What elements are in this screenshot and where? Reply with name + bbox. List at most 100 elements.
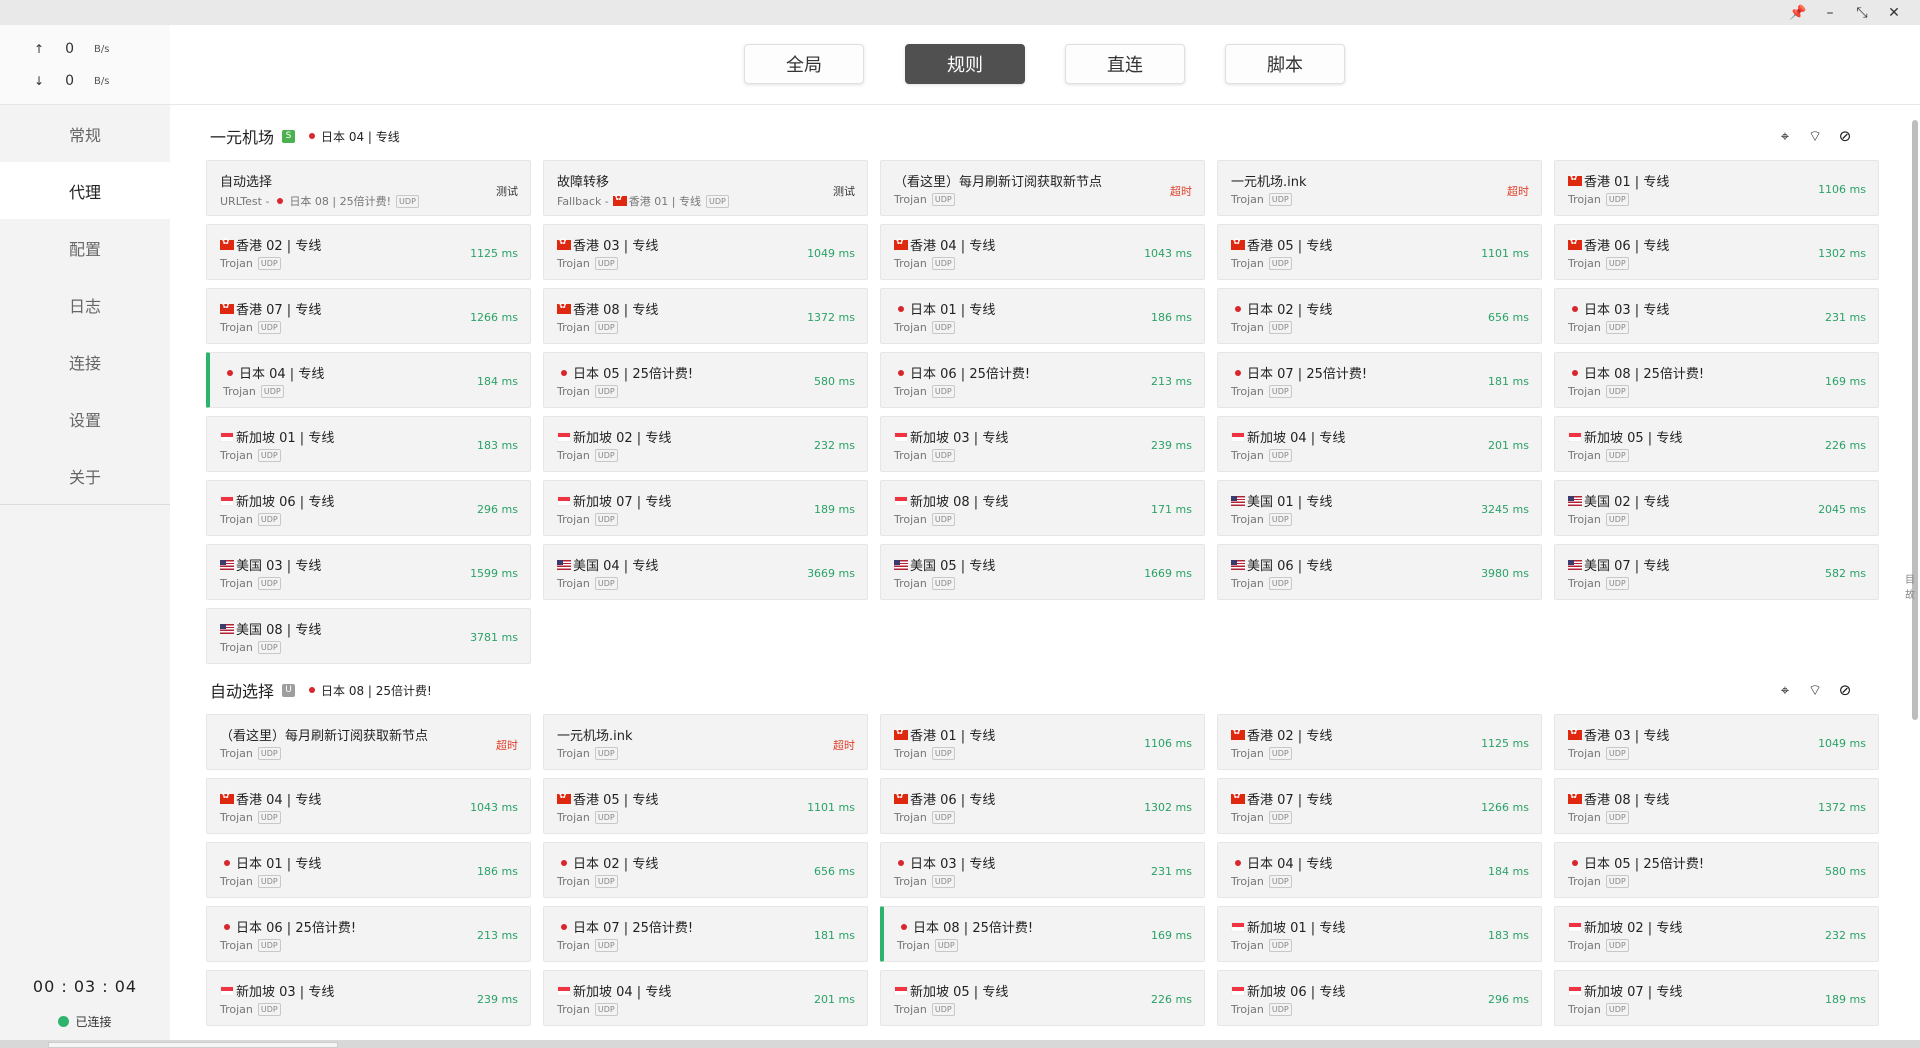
proxy-card[interactable]: （看这里）每月刷新订阅获取新节点 Trojan UDP 超时 [206,714,531,770]
proxy-delay[interactable]: 213 ms [477,929,518,942]
proxy-card[interactable]: 新加坡 01 | 专线 Trojan UDP 183 ms [1217,906,1542,962]
proxy-card[interactable]: 日本 02 | 专线 Trojan UDP 656 ms [543,842,868,898]
proxy-card[interactable]: 香港 02 | 专线 Trojan UDP 1125 ms [1217,714,1542,770]
proxy-delay[interactable]: 580 ms [1825,865,1866,878]
proxy-delay[interactable]: 超时 [496,737,518,753]
restore-icon[interactable]: ⤡ [1846,0,1878,25]
proxy-card[interactable]: 故障转移 Fallback - 香港 01 | 专线 UDP 测试 [543,160,868,216]
proxy-delay[interactable]: 239 ms [1151,439,1192,452]
proxy-card[interactable]: 日本 08 | 25倍计费! Trojan UDP 169 ms [880,906,1205,962]
proxy-delay[interactable]: 1106 ms [1144,737,1192,750]
proxy-delay[interactable]: 1266 ms [1481,801,1529,814]
proxy-delay[interactable]: 582 ms [1825,567,1866,580]
proxy-delay[interactable]: 169 ms [1825,375,1866,388]
proxy-delay[interactable]: 2045 ms [1818,503,1866,516]
proxy-card[interactable]: 香港 03 | 专线 Trojan UDP 1049 ms [543,224,868,280]
proxy-card[interactable]: 香港 05 | 专线 Trojan UDP 1101 ms [543,778,868,834]
proxy-card[interactable]: 日本 01 | 专线 Trojan UDP 186 ms [206,842,531,898]
proxy-delay[interactable]: 1599 ms [470,567,518,580]
scrollbar[interactable] [1912,120,1918,720]
proxy-delay[interactable]: 测试 [833,183,855,199]
proxy-card[interactable]: 新加坡 06 | 专线 Trojan UDP 296 ms [1217,970,1542,1026]
proxy-delay[interactable]: 1043 ms [470,801,518,814]
connection-status[interactable]: 已连接 [0,1013,170,1030]
sidebar-item-logs[interactable]: 日志 [0,276,170,333]
proxy-card[interactable]: 日本 07 | 25倍计费! Trojan UDP 181 ms [543,906,868,962]
proxy-card[interactable]: 香港 03 | 专线 Trojan UDP 1049 ms [1554,714,1879,770]
locate-icon[interactable]: ⌖ [1770,127,1800,145]
proxy-delay[interactable]: 1266 ms [470,311,518,324]
proxy-card[interactable]: 美国 08 | 专线 Trojan UDP 3781 ms [206,608,531,664]
proxy-card[interactable]: 自动选择 URLTest - 日本 08 | 25倍计费! UDP 测试 [206,160,531,216]
proxy-delay[interactable]: 232 ms [1825,929,1866,942]
proxy-delay[interactable]: 超时 [833,737,855,753]
proxy-delay[interactable]: 186 ms [477,865,518,878]
proxy-delay[interactable]: 测试 [496,183,518,199]
proxy-card[interactable]: 日本 04 | 专线 Trojan UDP 184 ms [1217,842,1542,898]
proxy-card[interactable]: 香港 05 | 专线 Trojan UDP 1101 ms [1217,224,1542,280]
proxy-delay[interactable]: 3980 ms [1481,567,1529,580]
proxy-card[interactable]: 香港 06 | 专线 Trojan UDP 1302 ms [1554,224,1879,280]
proxy-delay[interactable]: 232 ms [814,439,855,452]
proxy-delay[interactable]: 226 ms [1151,993,1192,1006]
proxy-card[interactable]: 日本 05 | 25倍计费! Trojan UDP 580 ms [543,352,868,408]
proxy-card[interactable]: 美国 07 | 专线 Trojan UDP 582 ms [1554,544,1879,600]
proxy-card[interactable]: 新加坡 04 | 专线 Trojan UDP 201 ms [543,970,868,1026]
proxy-card[interactable]: 新加坡 07 | 专线 Trojan UDP 189 ms [1554,970,1879,1026]
proxy-delay[interactable]: 231 ms [1825,311,1866,324]
proxy-delay[interactable]: 226 ms [1825,439,1866,452]
proxy-delay[interactable]: 183 ms [1488,929,1529,942]
sidebar-item-proxies[interactable]: 代理 [0,162,170,219]
group-header[interactable]: 一元机场 S 日本 04 | 专线 [210,125,400,147]
proxy-delay[interactable]: 1302 ms [1818,247,1866,260]
proxy-card[interactable]: 美国 06 | 专线 Trojan UDP 3980 ms [1217,544,1542,600]
proxy-delay[interactable]: 1125 ms [470,247,518,260]
proxy-card[interactable]: 日本 03 | 专线 Trojan UDP 231 ms [1554,288,1879,344]
proxy-card[interactable]: 新加坡 02 | 专线 Trojan UDP 232 ms [1554,906,1879,962]
proxy-card[interactable]: 美国 05 | 专线 Trojan UDP 1669 ms [880,544,1205,600]
proxy-card[interactable]: 新加坡 03 | 专线 Trojan UDP 239 ms [880,416,1205,472]
proxy-delay[interactable]: 1125 ms [1481,737,1529,750]
proxy-card[interactable]: 新加坡 05 | 专线 Trojan UDP 226 ms [880,970,1205,1026]
proxy-card[interactable]: 美国 03 | 专线 Trojan UDP 1599 ms [206,544,531,600]
proxy-card[interactable]: 香港 01 | 专线 Trojan UDP 1106 ms [1554,160,1879,216]
proxy-card[interactable]: 一元机场.ink Trojan UDP 超时 [543,714,868,770]
proxy-card[interactable]: 美国 02 | 专线 Trojan UDP 2045 ms [1554,480,1879,536]
proxy-card[interactable]: 日本 04 | 专线 Trojan UDP 184 ms [206,352,531,408]
sidebar-item-about[interactable]: 关于 [0,447,170,504]
proxy-card[interactable]: 日本 03 | 专线 Trojan UDP 231 ms [880,842,1205,898]
proxy-delay[interactable]: 1669 ms [1144,567,1192,580]
sidebar-item-general[interactable]: 常规 [0,105,170,162]
proxy-card[interactable]: 美国 01 | 专线 Trojan UDP 3245 ms [1217,480,1542,536]
proxy-card[interactable]: 新加坡 02 | 专线 Trojan UDP 232 ms [543,416,868,472]
proxy-delay[interactable]: 1101 ms [807,801,855,814]
locate-icon[interactable]: ⌖ [1770,681,1800,699]
group-header[interactable]: 自动选择 U 日本 08 | 25倍计费! [210,679,432,701]
close-icon[interactable]: ✕ [1878,0,1910,25]
proxy-delay[interactable]: 181 ms [814,929,855,942]
proxy-card[interactable]: 日本 02 | 专线 Trojan UDP 656 ms [1217,288,1542,344]
sidebar-item-connections[interactable]: 连接 [0,333,170,390]
proxy-card[interactable]: 新加坡 06 | 专线 Trojan UDP 296 ms [206,480,531,536]
proxy-delay[interactable]: 171 ms [1151,503,1192,516]
proxy-delay[interactable]: 1106 ms [1818,183,1866,196]
mode-script-button[interactable]: 脚本 [1225,44,1345,84]
hide-icon[interactable]: ⊘ [1830,127,1860,145]
proxy-delay[interactable]: 超时 [1170,183,1192,199]
proxy-card[interactable]: 新加坡 04 | 专线 Trojan UDP 201 ms [1217,416,1542,472]
proxy-delay[interactable]: 239 ms [477,993,518,1006]
latency-test-icon[interactable]: ⌔ [1800,681,1830,700]
proxy-delay[interactable]: 201 ms [814,993,855,1006]
proxy-delay[interactable]: 3781 ms [470,631,518,644]
proxy-card[interactable]: 一元机场.ink Trojan UDP 超时 [1217,160,1542,216]
proxy-card[interactable]: 香港 08 | 专线 Trojan UDP 1372 ms [543,288,868,344]
proxy-delay[interactable]: 656 ms [814,865,855,878]
proxy-card[interactable]: 新加坡 03 | 专线 Trojan UDP 239 ms [206,970,531,1026]
proxy-card[interactable]: 香港 07 | 专线 Trojan UDP 1266 ms [1217,778,1542,834]
proxy-card[interactable]: 香港 02 | 专线 Trojan UDP 1125 ms [206,224,531,280]
proxy-card[interactable]: 日本 06 | 25倍计费! Trojan UDP 213 ms [206,906,531,962]
latency-test-icon[interactable]: ⌔ [1800,127,1830,146]
proxy-delay[interactable]: 1049 ms [807,247,855,260]
proxy-card[interactable]: 香港 04 | 专线 Trojan UDP 1043 ms [880,224,1205,280]
proxy-card[interactable]: 香港 04 | 专线 Trojan UDP 1043 ms [206,778,531,834]
